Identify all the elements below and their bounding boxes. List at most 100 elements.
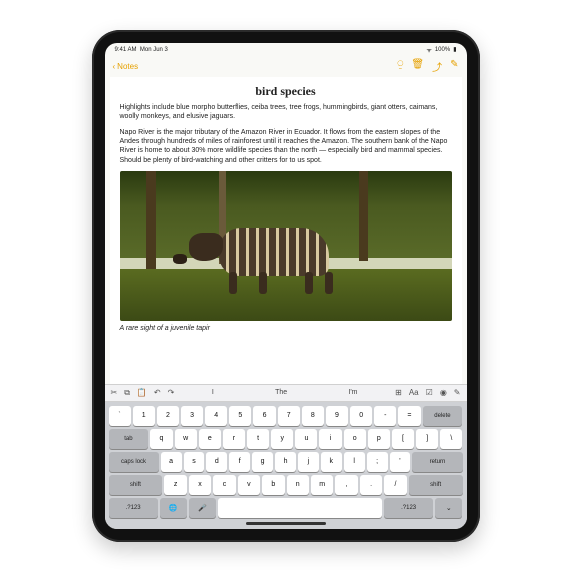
key-tab[interactable]: tab <box>109 429 149 449</box>
markup-icon[interactable]: ✎ <box>454 388 461 397</box>
key-5[interactable]: 5 <box>229 406 251 426</box>
key-space[interactable] <box>218 498 382 518</box>
key-a[interactable]: a <box>161 452 182 472</box>
chevron-left-icon: ‹ <box>113 62 116 71</box>
key-s[interactable]: s <box>184 452 205 472</box>
ipad-device: 9:41 AM Mon Jun 3 ᯤ 100% ▮ ‹ Notes ⍜ 🗑 ⤴… <box>92 30 480 542</box>
key-g[interactable]: g <box>252 452 273 472</box>
cut-icon[interactable]: ✂ <box>111 388 118 397</box>
key-sym[interactable]: = <box>398 406 420 426</box>
key-sym[interactable]: - <box>374 406 396 426</box>
key-sym[interactable]: , <box>335 475 357 495</box>
key-return[interactable]: return <box>412 452 462 472</box>
status-time: 9:41 AM <box>115 47 137 53</box>
wifi-icon: ᯤ <box>426 46 431 54</box>
key-k[interactable]: k <box>321 452 342 472</box>
key-2[interactable]: 2 <box>157 406 179 426</box>
key-sym[interactable]: ⌄ <box>435 498 462 518</box>
key-7[interactable]: 7 <box>278 406 300 426</box>
undo-icon[interactable]: ↶ <box>154 388 161 397</box>
keyboard-toolbar: ✂ ⧉ 📋 ↶ ↷ I The I'm ⊞ Aa ☑ ◉ ✎ <box>105 384 467 402</box>
photo-caption: A rare sight of a juvenile tapir <box>120 324 452 333</box>
share-icon[interactable]: ⤴ <box>432 59 442 74</box>
photo-ground <box>120 269 452 322</box>
copy-icon[interactable]: ⧉ <box>124 388 130 398</box>
suggestion[interactable]: I'm <box>342 389 363 396</box>
key-sym[interactable]: \ <box>440 429 462 449</box>
key-sym[interactable]: / <box>384 475 406 495</box>
key-j[interactable]: j <box>298 452 319 472</box>
key-l[interactable]: l <box>344 452 365 472</box>
key-sym[interactable]: ` <box>109 406 131 426</box>
redo-icon[interactable]: ↷ <box>168 388 175 397</box>
key-h[interactable]: h <box>275 452 296 472</box>
key-b[interactable]: b <box>262 475 284 495</box>
key-sym[interactable]: [ <box>392 429 414 449</box>
photo-tapir-body <box>219 228 329 276</box>
back-label: Notes <box>117 62 138 71</box>
key-d[interactable]: d <box>206 452 227 472</box>
key-sym[interactable]: . <box>360 475 382 495</box>
key-r[interactable]: r <box>223 429 245 449</box>
photo-tree <box>359 171 368 261</box>
table-icon[interactable]: ⊞ <box>395 388 402 397</box>
battery-label: 100% <box>435 47 450 53</box>
key-sym[interactable]: ; <box>367 452 388 472</box>
key-n[interactable]: n <box>287 475 309 495</box>
key-f[interactable]: f <box>229 452 250 472</box>
key-6[interactable]: 6 <box>253 406 275 426</box>
key-4[interactable]: 4 <box>205 406 227 426</box>
compose-icon[interactable]: ✎ <box>450 59 458 74</box>
key-z[interactable]: z <box>164 475 186 495</box>
key-sym[interactable]: 🌐 <box>160 498 187 518</box>
paragraph-2: Napo River is the major tributary of the… <box>120 128 452 166</box>
key-i[interactable]: i <box>319 429 341 449</box>
key-shift[interactable]: shift <box>409 475 463 495</box>
key-sym[interactable]: ' <box>390 452 411 472</box>
photo-tapir-leg <box>259 272 267 294</box>
photo-tapir-leg <box>305 272 313 294</box>
key-3[interactable]: 3 <box>181 406 203 426</box>
people-icon[interactable]: ⍜ <box>397 59 403 74</box>
key-q[interactable]: q <box>150 429 172 449</box>
key-o[interactable]: o <box>344 429 366 449</box>
key-sym[interactable]: ] <box>416 429 438 449</box>
key-c[interactable]: c <box>213 475 235 495</box>
key-123[interactable]: .?123 <box>384 498 433 518</box>
key-v[interactable]: v <box>238 475 260 495</box>
key-capslock[interactable]: caps lock <box>109 452 159 472</box>
key-sym[interactable]: 🎤 <box>189 498 216 518</box>
key-shift[interactable]: shift <box>109 475 163 495</box>
back-button[interactable]: ‹ Notes <box>113 62 139 71</box>
suggestion[interactable]: I <box>206 389 220 396</box>
camera-icon[interactable]: ◉ <box>440 388 447 397</box>
tapir-photo[interactable] <box>120 171 452 321</box>
keyboard: `1234567890-=delete tabqwertyuiop[]\ cap… <box>105 402 467 529</box>
checklist-icon[interactable]: ☑ <box>426 388 433 397</box>
key-0[interactable]: 0 <box>350 406 372 426</box>
key-w[interactable]: w <box>175 429 197 449</box>
trash-icon[interactable]: 🗑 <box>411 59 424 74</box>
key-y[interactable]: y <box>271 429 293 449</box>
key-123[interactable]: .?123 <box>109 498 158 518</box>
key-x[interactable]: x <box>189 475 211 495</box>
key-t[interactable]: t <box>247 429 269 449</box>
note-title: bird species <box>120 83 452 99</box>
key-1[interactable]: 1 <box>133 406 155 426</box>
photo-tapir-snout <box>173 254 187 264</box>
key-e[interactable]: e <box>199 429 221 449</box>
suggestion[interactable]: The <box>269 389 293 396</box>
format-icon[interactable]: Aa <box>409 388 419 397</box>
key-u[interactable]: u <box>295 429 317 449</box>
key-m[interactable]: m <box>311 475 333 495</box>
paste-icon[interactable]: 📋 <box>137 388 147 397</box>
key-8[interactable]: 8 <box>302 406 324 426</box>
note-content[interactable]: bird species Highlights include blue mor… <box>110 77 462 384</box>
photo-tapir-leg <box>229 272 237 294</box>
key-9[interactable]: 9 <box>326 406 348 426</box>
suggestion-bar: I The I'm <box>181 389 388 396</box>
key-delete[interactable]: delete <box>423 406 463 426</box>
home-indicator[interactable] <box>246 522 326 525</box>
key-p[interactable]: p <box>368 429 390 449</box>
photo-tapir-leg <box>325 272 333 294</box>
